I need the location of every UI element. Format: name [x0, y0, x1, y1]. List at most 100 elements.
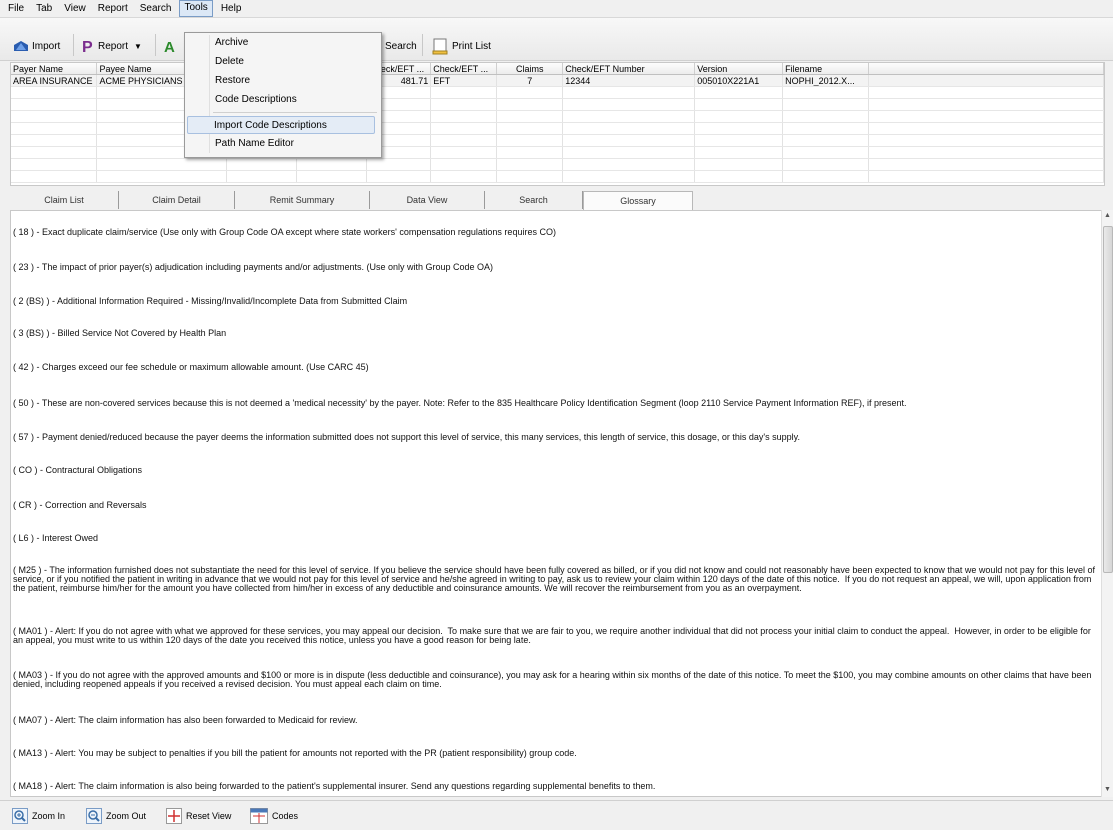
menu-tools[interactable]: Tools — [179, 0, 213, 17]
table-row[interactable] — [11, 134, 1104, 147]
analysis-button[interactable]: A — [162, 34, 181, 58]
tab-claim-detail[interactable]: Claim Detail — [119, 191, 235, 209]
report-button[interactable]: P Report ▼ — [80, 34, 143, 58]
codes-label: Codes — [272, 811, 299, 821]
glossary-entry: ( L6 ) - Interest Owed — [13, 533, 99, 543]
menu-report[interactable]: Report — [94, 1, 132, 16]
cell-claims: 7 — [496, 74, 564, 87]
toolbar-separator — [73, 34, 74, 56]
svg-text:A: A — [164, 39, 175, 54]
glossary-entry: ( 23 ) - The impact of prior payer(s) ad… — [13, 262, 494, 272]
tab-search[interactable]: Search — [485, 191, 583, 209]
table-row[interactable] — [11, 170, 1104, 183]
menu-item-delete[interactable]: Delete — [215, 53, 244, 71]
glossary-panel[interactable]: ( 18 ) - Exact duplicate claim/service (… — [10, 210, 1102, 797]
glossary-entry: ( MA13 ) - Alert: You may be subject to … — [13, 748, 577, 758]
table-row[interactable] — [11, 122, 1104, 135]
glossary-entry: ( MA01 ) - Alert: If you do not agree wi… — [13, 626, 1094, 645]
column-header[interactable]: Check/EFT Number — [562, 63, 696, 75]
menu-help[interactable]: Help — [217, 1, 246, 16]
svg-text:P: P — [82, 39, 93, 54]
tab-glossary[interactable]: Glossary — [583, 191, 693, 210]
glossary-entry: ( CO ) - Contractural Obligations — [13, 465, 143, 475]
scrollbar-thumb[interactable] — [1103, 226, 1113, 573]
print-list-button[interactable]: Print List — [430, 34, 492, 58]
tab-data-view[interactable]: Data View — [370, 191, 485, 209]
remit-grid[interactable]: Payer Name Payee Name Check/EFT ... Chec… — [10, 62, 1105, 186]
scroll-down-icon[interactable]: ▼ — [1104, 786, 1111, 793]
codes-button[interactable]: Codes — [250, 806, 298, 826]
menu-tab[interactable]: Tab — [32, 1, 56, 16]
zoom-in-icon — [12, 808, 28, 824]
table-row[interactable]: AREA INSURANCE ACME PHYSICIANS 481.71 EF… — [11, 74, 1104, 87]
grid-header-row: Payer Name Payee Name Check/EFT ... Chec… — [11, 63, 1104, 75]
table-row[interactable] — [11, 98, 1104, 111]
import-icon — [14, 41, 28, 51]
scroll-up-icon[interactable]: ▲ — [1104, 212, 1111, 219]
report-icon: P — [82, 39, 93, 54]
menu-item-restore[interactable]: Restore — [215, 72, 250, 90]
vertical-scrollbar[interactable]: ▲ ▼ — [1101, 210, 1113, 797]
glossary-entry: ( 18 ) - Exact duplicate claim/service (… — [13, 227, 556, 237]
cell-payer-name: AREA INSURANCE — [11, 74, 98, 87]
menu-item-archive[interactable]: Archive — [215, 34, 248, 52]
chevron-down-icon[interactable]: ▼ — [134, 42, 142, 51]
toolbar-separator — [155, 34, 156, 56]
glossary-entry: ( 50 ) - These are non-covered services … — [13, 398, 907, 408]
tools-dropdown-menu: Archive Delete Restore Code Descriptions… — [184, 32, 382, 158]
zoom-out-button[interactable]: Zoom Out — [86, 806, 146, 826]
print-list-icon — [432, 38, 448, 55]
column-header[interactable]: Check/EFT ... — [430, 63, 498, 75]
column-header[interactable]: Version — [694, 63, 784, 75]
table-row[interactable] — [11, 146, 1104, 159]
column-header[interactable]: Filename — [782, 63, 870, 75]
zoom-out-label: Zoom Out — [106, 811, 147, 821]
glossary-entry: ( 3 (BS) ) - Billed Service Not Covered … — [13, 328, 227, 338]
glossary-entry: ( 57 ) - Payment denied/reduced because … — [13, 432, 800, 442]
reset-view-button[interactable]: Reset View — [166, 806, 231, 826]
menu-bar: File Tab View Report Search Tools Help — [0, 0, 1113, 18]
menu-file[interactable]: File — [4, 1, 28, 16]
glossary-entry: ( MA18 ) - Alert: The claim information … — [13, 781, 656, 791]
menu-item-import-code-descriptions[interactable]: Import Code Descriptions — [187, 116, 375, 134]
zoom-in-button[interactable]: Zoom In — [12, 806, 65, 826]
tab-claim-list[interactable]: Claim List — [10, 191, 119, 209]
tab-bar: Claim List Claim Detail Remit Summary Da… — [10, 191, 693, 210]
toolbar: Import P Report ▼ A Search Print List — [0, 18, 1113, 61]
glossary-entry: ( MA03 ) - If you do not agree with the … — [13, 670, 1094, 689]
glossary-entry: ( MA07 ) - Alert: The claim information … — [13, 715, 358, 725]
cell-filename: NOPHI_2012.X... — [782, 74, 870, 87]
search-button[interactable]: Search — [384, 34, 418, 58]
codes-icon — [250, 808, 268, 824]
reset-view-label: Reset View — [186, 811, 232, 821]
report-label: Report — [98, 40, 129, 52]
menu-separator — [213, 112, 377, 113]
cell-filler — [868, 74, 1104, 87]
glossary-entry: ( M25 ) - The information furnished does… — [13, 565, 1098, 593]
menu-view[interactable]: View — [60, 1, 90, 16]
import-label: Import — [32, 40, 61, 52]
cell-check-type: EFT — [430, 74, 498, 87]
tab-remit-summary[interactable]: Remit Summary — [235, 191, 370, 209]
column-header-filler — [868, 63, 1104, 75]
table-row[interactable] — [11, 158, 1104, 171]
menu-item-path-name-editor[interactable]: Path Name Editor — [215, 135, 294, 153]
analysis-icon: A — [164, 39, 175, 54]
print-list-label: Print List — [452, 40, 491, 52]
glossary-entry: ( 42 ) - Charges exceed our fee schedule… — [13, 362, 369, 372]
import-button[interactable]: Import — [12, 34, 61, 58]
toolbar-separator — [422, 34, 423, 56]
glossary-entry: ( CR ) - Correction and Reversals — [13, 500, 147, 510]
table-row[interactable] — [11, 110, 1104, 123]
reset-view-icon — [166, 808, 182, 824]
table-row[interactable] — [11, 86, 1104, 99]
column-header[interactable]: Payer Name — [11, 63, 98, 75]
menu-item-code-descriptions[interactable]: Code Descriptions — [215, 91, 297, 109]
glossary-entry: ( 2 (BS) ) - Additional Information Requ… — [13, 296, 408, 306]
bottom-toolbar: Zoom In Zoom Out Reset View Codes — [0, 800, 1113, 830]
menu-gutter — [209, 35, 210, 153]
cell-check-number: 12344 — [562, 74, 696, 87]
menu-search[interactable]: Search — [136, 1, 176, 16]
zoom-out-icon — [86, 808, 102, 824]
column-header[interactable]: Claims — [496, 63, 564, 75]
